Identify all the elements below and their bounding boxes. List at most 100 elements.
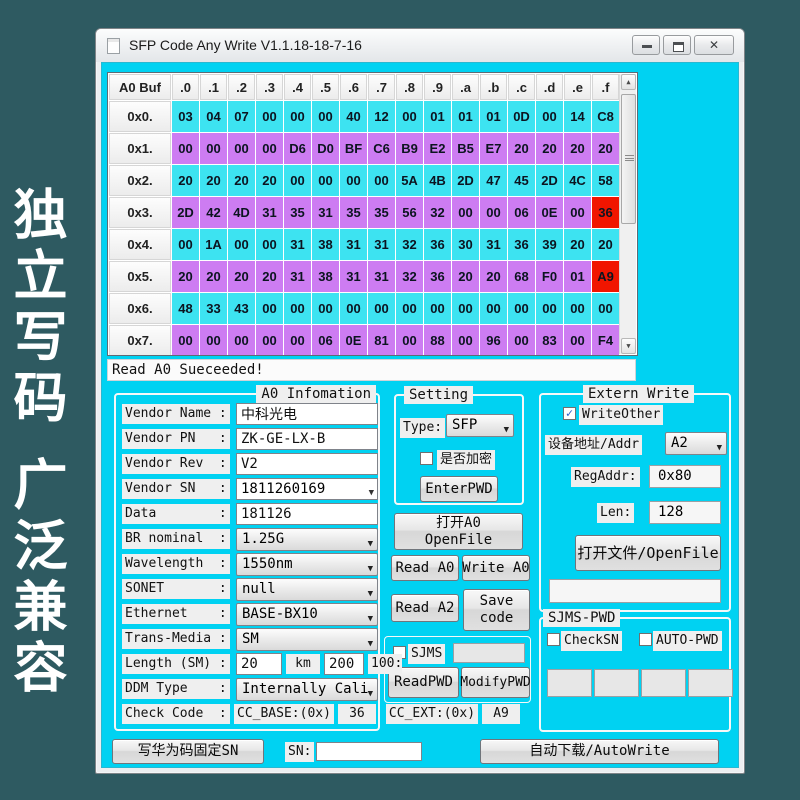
trans-media-dropdown[interactable]: SM ▼ xyxy=(236,628,378,651)
hex-cell[interactable]: 00 xyxy=(256,325,283,356)
sonet-dropdown[interactable]: null ▼ xyxy=(236,578,378,601)
hex-cell[interactable]: 5A xyxy=(396,165,423,196)
hex-cell[interactable]: 31 xyxy=(284,261,311,292)
vendor-pn-input[interactable] xyxy=(236,428,378,450)
pwd-box-3[interactable] xyxy=(641,669,686,697)
hex-cell[interactable]: F0 xyxy=(536,261,563,292)
hex-cell[interactable]: C6 xyxy=(368,133,395,164)
scrollbar-thumb[interactable] xyxy=(621,94,636,224)
hex-cell[interactable]: 35 xyxy=(368,197,395,228)
hex-cell[interactable]: 00 xyxy=(396,293,423,324)
hex-cell[interactable]: 00 xyxy=(256,133,283,164)
chevron-down-icon[interactable]: ▼ xyxy=(369,483,374,500)
hex-cell[interactable]: 00 xyxy=(256,101,283,132)
hex-cell[interactable]: 96 xyxy=(480,325,507,356)
hex-cell[interactable]: 00 xyxy=(480,197,507,228)
hex-cell[interactable]: 00 xyxy=(424,293,451,324)
hex-cell[interactable]: D6 xyxy=(284,133,311,164)
regaddr-field[interactable]: 0x80 xyxy=(649,465,721,488)
br-nominal-dropdown[interactable]: 1.25G ▼ xyxy=(236,528,378,551)
type-dropdown[interactable]: SFP ▼ xyxy=(446,414,514,437)
hex-cell[interactable]: 45 xyxy=(508,165,535,196)
hex-cell[interactable]: 07 xyxy=(228,101,255,132)
sn-input[interactable] xyxy=(316,742,422,761)
sjms-field[interactable] xyxy=(453,643,525,663)
hex-cell[interactable]: 81 xyxy=(368,325,395,356)
hex-cell[interactable]: 31 xyxy=(340,229,367,260)
hex-cell[interactable]: D0 xyxy=(312,133,339,164)
hex-cell[interactable]: 14 xyxy=(564,101,591,132)
extern-file-field[interactable] xyxy=(549,579,721,603)
read-a2-button[interactable]: Read A2 xyxy=(391,594,459,622)
device-addr-dropdown[interactable]: A2 ▼ xyxy=(665,432,727,455)
hex-cell[interactable]: 31 xyxy=(480,229,507,260)
hex-cell[interactable]: 00 xyxy=(564,325,591,356)
hex-cell[interactable]: 20 xyxy=(592,133,619,164)
hex-cell[interactable]: 2D xyxy=(536,165,563,196)
hex-cell[interactable]: 20 xyxy=(564,133,591,164)
hex-cell[interactable]: 36 xyxy=(424,229,451,260)
hex-cell[interactable]: 00 xyxy=(256,293,283,324)
hex-cell[interactable]: 00 xyxy=(228,133,255,164)
hex-cell[interactable]: 00 xyxy=(200,325,227,356)
close-button[interactable]: ✕ xyxy=(694,35,734,55)
hex-cell[interactable]: 2D xyxy=(172,197,199,228)
hex-cell[interactable]: 00 xyxy=(172,133,199,164)
hex-cell[interactable]: 03 xyxy=(172,101,199,132)
hex-cell[interactable]: 00 xyxy=(452,325,479,356)
hex-cell[interactable]: 00 xyxy=(172,325,199,356)
pwd-box-4[interactable] xyxy=(688,669,733,697)
hex-cell[interactable]: 00 xyxy=(284,293,311,324)
hex-cell[interactable]: 31 xyxy=(284,229,311,260)
enter-pwd-button[interactable]: EnterPWD xyxy=(420,476,498,502)
vendor-name-input[interactable] xyxy=(236,403,378,425)
scroll-up-button[interactable]: ▲ xyxy=(621,74,636,90)
hex-cell[interactable]: 68 xyxy=(508,261,535,292)
hex-cell[interactable]: 20 xyxy=(256,261,283,292)
hex-cell[interactable]: 20 xyxy=(592,229,619,260)
hex-cell[interactable]: 04 xyxy=(200,101,227,132)
extern-open-file-button[interactable]: 打开文件/OpenFile xyxy=(575,535,721,571)
hex-cell[interactable]: 20 xyxy=(480,261,507,292)
write-a0-button[interactable]: Write A0 xyxy=(462,555,530,581)
hex-cell[interactable]: 01 xyxy=(452,101,479,132)
hex-cell[interactable]: 00 xyxy=(312,293,339,324)
pwd-box-1[interactable] xyxy=(547,669,592,697)
hex-cell[interactable]: 20 xyxy=(228,261,255,292)
auto-pwd-checkbox[interactable] xyxy=(639,633,652,646)
hex-cell[interactable]: 00 xyxy=(564,197,591,228)
hex-cell[interactable]: 30 xyxy=(452,229,479,260)
hex-cell[interactable]: 00 xyxy=(284,101,311,132)
wavelength-dropdown[interactable]: 1550nm ▼ xyxy=(236,553,378,576)
title-bar[interactable]: SFP Code Any Write V1.1.18-18-7-16 ✕ xyxy=(96,29,744,62)
length-m-input[interactable] xyxy=(324,653,364,675)
hex-cell[interactable]: 43 xyxy=(228,293,255,324)
hex-cell[interactable]: B9 xyxy=(396,133,423,164)
hex-cell[interactable]: F4 xyxy=(592,325,619,356)
len-field[interactable]: 128 xyxy=(649,501,721,524)
pwd-box-2[interactable] xyxy=(594,669,639,697)
write-huawei-sn-button[interactable]: 写华为码固定SN xyxy=(112,739,264,764)
hex-cell[interactable]: 06 xyxy=(508,197,535,228)
hex-cell[interactable]: 00 xyxy=(536,101,563,132)
minimize-button[interactable] xyxy=(632,35,660,55)
hex-cell[interactable]: 06 xyxy=(312,325,339,356)
hex-cell[interactable]: 00 xyxy=(368,165,395,196)
hex-cell[interactable]: 35 xyxy=(340,197,367,228)
hex-cell[interactable]: 31 xyxy=(368,261,395,292)
hex-cell[interactable]: B5 xyxy=(452,133,479,164)
hex-cell[interactable]: BF xyxy=(340,133,367,164)
hex-cell[interactable]: 48 xyxy=(172,293,199,324)
hex-cell[interactable]: 00 xyxy=(508,325,535,356)
scroll-down-button[interactable]: ▼ xyxy=(621,338,636,354)
hex-cell[interactable]: 0E xyxy=(536,197,563,228)
hex-cell[interactable]: 00 xyxy=(396,101,423,132)
hex-cell[interactable]: A9 xyxy=(592,261,619,292)
hex-cell[interactable]: 00 xyxy=(452,197,479,228)
hex-cell[interactable]: 00 xyxy=(312,165,339,196)
ddm-type-dropdown[interactable]: Internally Cali ▼ xyxy=(236,678,378,701)
hex-cell[interactable]: 00 xyxy=(396,325,423,356)
hex-cell[interactable]: 00 xyxy=(536,293,563,324)
hex-cell[interactable]: 31 xyxy=(368,229,395,260)
maximize-button[interactable] xyxy=(663,35,691,55)
